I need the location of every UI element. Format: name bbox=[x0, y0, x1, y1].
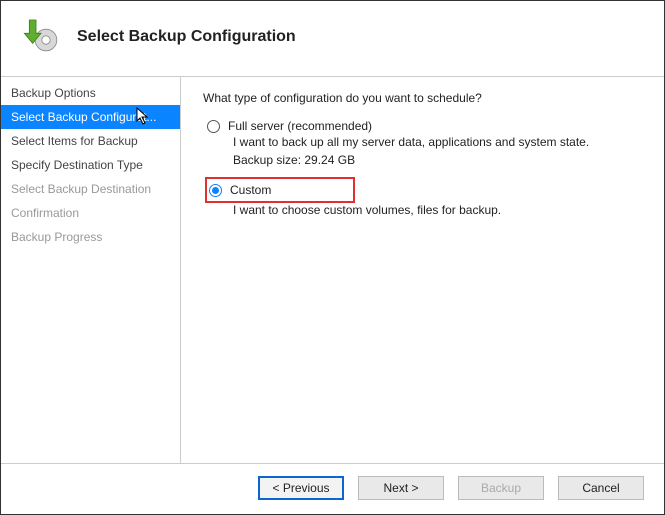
next-button[interactable]: Next > bbox=[358, 476, 444, 500]
sidebar-item-backup-options[interactable]: Backup Options bbox=[1, 81, 180, 105]
option-custom[interactable]: Custom bbox=[209, 181, 271, 199]
cancel-button[interactable]: Cancel bbox=[558, 476, 644, 500]
backup-button: Backup bbox=[458, 476, 544, 500]
option-custom-highlight: Custom bbox=[205, 177, 355, 203]
sidebar-item-destination-type[interactable]: Specify Destination Type bbox=[1, 153, 180, 177]
option-custom-desc1: I want to choose custom volumes, files f… bbox=[233, 203, 642, 217]
sidebar-item-label: Select Backup Configurat... bbox=[11, 110, 156, 124]
backup-icon bbox=[21, 15, 61, 58]
page-title: Select Backup Configuration bbox=[77, 28, 296, 46]
option-label: Full server (recommended) bbox=[228, 119, 372, 133]
radio-icon[interactable] bbox=[207, 120, 220, 133]
wizard-footer: < Previous Next > Backup Cancel bbox=[1, 464, 664, 514]
option-full-server[interactable]: Full server (recommended) bbox=[207, 117, 642, 135]
config-question: What type of configuration do you want t… bbox=[203, 91, 642, 105]
option-label: Custom bbox=[230, 183, 271, 197]
sidebar-item-select-backup-configuration[interactable]: Select Backup Configurat... bbox=[1, 105, 180, 129]
sidebar-item-backup-progress: Backup Progress bbox=[1, 225, 180, 249]
sidebar-item-confirmation: Confirmation bbox=[1, 201, 180, 225]
sidebar-item-backup-destination: Select Backup Destination bbox=[1, 177, 180, 201]
radio-icon[interactable] bbox=[209, 184, 222, 197]
wizard-content: What type of configuration do you want t… bbox=[181, 77, 664, 463]
wizard-header: Select Backup Configuration bbox=[1, 1, 664, 76]
wizard-steps-sidebar: Backup Options Select Backup Configurat.… bbox=[1, 77, 181, 463]
option-full-desc2: Backup size: 29.24 GB bbox=[233, 153, 642, 167]
option-full-desc1: I want to back up all my server data, ap… bbox=[233, 135, 642, 149]
sidebar-item-select-items[interactable]: Select Items for Backup bbox=[1, 129, 180, 153]
previous-button[interactable]: < Previous bbox=[258, 476, 344, 500]
